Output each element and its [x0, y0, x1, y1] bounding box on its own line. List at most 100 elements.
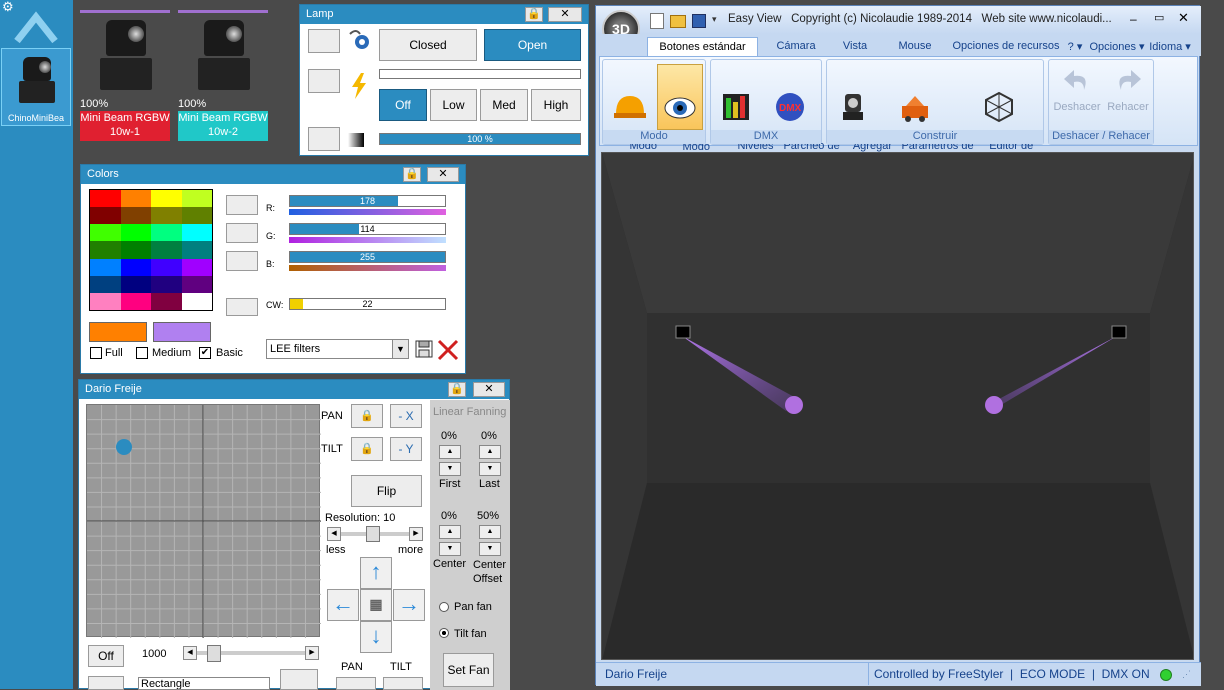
- last-up-button[interactable]: ▲: [479, 445, 501, 459]
- lock-icon[interactable]: 🔒: [525, 7, 543, 22]
- first-up-button[interactable]: ▲: [439, 445, 461, 459]
- chevron-up-icon[interactable]: [13, 9, 59, 45]
- pan-tilt-pad[interactable]: [86, 404, 321, 638]
- speed-more-button[interactable]: ▶: [305, 646, 319, 660]
- filters-select[interactable]: LEE filters ▼: [266, 339, 409, 359]
- tab-opciones-recursos[interactable]: Opciones de recursos: [948, 37, 1064, 56]
- cw-square[interactable]: [226, 298, 258, 316]
- agregar-luz-button[interactable]: Agregar Luz: [829, 64, 892, 165]
- tab-idioma[interactable]: Idioma ▾: [1146, 37, 1194, 56]
- speed-thumb[interactable]: [207, 645, 221, 662]
- palette-swatch[interactable]: [90, 224, 121, 242]
- center-grid-button[interactable]: ▦: [360, 589, 392, 621]
- full-checkbox[interactable]: [90, 347, 102, 359]
- chevron-down-icon[interactable]: ▼: [392, 340, 408, 358]
- palette-swatch[interactable]: [181, 275, 212, 293]
- arrow-left-button[interactable]: ←: [327, 589, 359, 621]
- palette-swatch[interactable]: [90, 207, 121, 225]
- strobe-square[interactable]: [308, 69, 340, 93]
- fixture-card-1[interactable]: 100% Mini Beam RGBW 10w-1: [80, 10, 172, 141]
- palette-swatch[interactable]: [90, 190, 121, 208]
- closed-button[interactable]: Closed: [379, 29, 477, 61]
- title-bar[interactable]: 3D ▾ Easy View Copyright (c) Nicolaudie …: [596, 6, 1201, 48]
- pan-fine-button[interactable]: [336, 677, 376, 690]
- fixture-thumb-chinominibeam[interactable]: ChinoMiniBea: [1, 48, 71, 126]
- palette-swatch[interactable]: [151, 224, 182, 242]
- palette-swatch[interactable]: [120, 258, 151, 276]
- cw-slider[interactable]: 22: [289, 298, 446, 310]
- invert-y-button[interactable]: - Y: [390, 437, 422, 461]
- palette-swatch[interactable]: [181, 224, 212, 242]
- blue-square[interactable]: [226, 251, 258, 271]
- arrow-up-button[interactable]: ↑: [360, 557, 392, 589]
- position-marker[interactable]: [116, 439, 132, 455]
- palette-swatch[interactable]: [120, 292, 151, 310]
- color-swatch-secondary[interactable]: [153, 322, 211, 342]
- palette-swatch[interactable]: [151, 190, 182, 208]
- medium-checkbox[interactable]: [136, 347, 148, 359]
- deshacer-button[interactable]: Deshacer: [1051, 64, 1103, 128]
- palette-swatch[interactable]: [90, 258, 121, 276]
- speed-less-button[interactable]: ◀: [183, 646, 197, 660]
- pan-fan-radio[interactable]: [439, 602, 449, 612]
- modo-construir-button[interactable]: Modo Construir: [605, 64, 657, 165]
- close-button[interactable]: ✕: [427, 167, 459, 182]
- strobe-slider[interactable]: [379, 69, 581, 79]
- save-icon[interactable]: [415, 340, 433, 358]
- delete-icon[interactable]: [437, 339, 459, 361]
- palette-swatch[interactable]: [151, 207, 182, 225]
- open-folder-icon[interactable]: [670, 15, 686, 28]
- green-slider[interactable]: 114: [289, 223, 446, 235]
- palette-swatch[interactable]: [151, 241, 182, 259]
- blue-slider[interactable]: 255: [289, 251, 446, 263]
- lamp-titlebar[interactable]: Lamp: [300, 5, 588, 24]
- tab-camara[interactable]: Cámara: [766, 37, 826, 56]
- palette-swatch[interactable]: [90, 241, 121, 259]
- center-up-button[interactable]: ▲: [439, 525, 461, 539]
- tab-opciones[interactable]: Opciones ▾: [1088, 37, 1146, 56]
- parametros-escenario-button[interactable]: Parámetros de escenario...: [877, 64, 974, 165]
- shape-tool-button[interactable]: [280, 669, 318, 690]
- palette-swatch[interactable]: [181, 190, 212, 208]
- tab-vista[interactable]: Vista: [830, 37, 880, 56]
- fixture-card-2[interactable]: 100% Mini Beam RGBW 10w-2: [178, 10, 270, 141]
- shutter-color-square[interactable]: [308, 29, 340, 53]
- open-button[interactable]: Open: [484, 29, 581, 61]
- minimize-button[interactable]: ‒: [1130, 12, 1137, 26]
- position-titlebar[interactable]: Dario Freije: [79, 380, 509, 399]
- close-button[interactable]: ✕: [1178, 10, 1189, 26]
- flip-button[interactable]: Flip: [351, 475, 422, 507]
- close-button[interactable]: ✕: [473, 382, 505, 397]
- tilt-fine-button[interactable]: [383, 677, 423, 690]
- tab-mouse[interactable]: Mouse: [888, 37, 942, 56]
- modo-usuario-button[interactable]: Modo usuario: [657, 64, 710, 166]
- green-square[interactable]: [226, 223, 258, 243]
- palette-swatch[interactable]: [90, 292, 121, 310]
- maximize-button[interactable]: ▭: [1154, 11, 1164, 24]
- palette-swatch[interactable]: [151, 258, 182, 276]
- palette-swatch[interactable]: [181, 292, 212, 310]
- palette-swatch[interactable]: [120, 241, 151, 259]
- color-swatch-primary[interactable]: [89, 322, 147, 342]
- quick-access-dropdown-icon[interactable]: ▾: [712, 14, 717, 25]
- lamp-low-button[interactable]: Low: [430, 89, 477, 121]
- tilt-fan-radio[interactable]: [439, 628, 449, 638]
- resolution-more-button[interactable]: ▶: [409, 527, 423, 541]
- tilt-lock-icon[interactable]: 🔒: [351, 437, 383, 461]
- palette-swatch[interactable]: [120, 190, 151, 208]
- arrow-right-button[interactable]: →: [393, 589, 425, 621]
- editor-objetos-button[interactable]: Editor de Objetos simples: [955, 64, 1043, 165]
- arrow-down-button[interactable]: ↓: [360, 621, 392, 653]
- dimmer-square[interactable]: [308, 127, 340, 151]
- lock-icon[interactable]: 🔒: [448, 382, 466, 397]
- palette-swatch[interactable]: [120, 207, 151, 225]
- palette-swatch[interactable]: [181, 207, 212, 225]
- pan-lock-icon[interactable]: 🔒: [351, 404, 383, 428]
- shape-select[interactable]: Rectangle: [138, 677, 270, 690]
- palette-swatch[interactable]: [120, 275, 151, 293]
- close-button[interactable]: ✕: [548, 7, 582, 22]
- invert-x-button[interactable]: - X: [390, 404, 422, 428]
- lamp-off-button[interactable]: Off: [379, 89, 427, 121]
- resize-grip-icon[interactable]: ⋰: [1182, 669, 1191, 680]
- dimmer-slider[interactable]: 100 %: [379, 133, 581, 145]
